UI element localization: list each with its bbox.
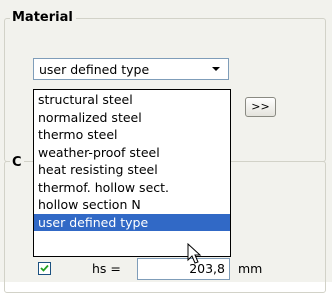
material-type-dropdown-list[interactable]: structural steel normalized steel thermo… — [33, 89, 231, 257]
dropdown-option-structural-steel[interactable]: structural steel — [34, 91, 230, 109]
hs-checkbox[interactable] — [38, 262, 51, 275]
dropdown-option-heat-resisting-steel[interactable]: heat resisting steel — [34, 161, 230, 179]
material-type-combobox[interactable]: user defined type — [33, 58, 229, 80]
second-group-title: C — [10, 155, 24, 170]
material-panel: Material C user defined type >> structur… — [0, 0, 332, 293]
dropdown-option-normalized-steel[interactable]: normalized steel — [34, 109, 230, 127]
mouse-pointer-icon — [187, 242, 203, 267]
dropdown-option-user-defined-type[interactable]: user defined type — [34, 213, 230, 231]
dropdown-option-thermof-hollow-sect[interactable]: thermof. hollow sect. — [34, 179, 230, 197]
material-group-title: Material — [10, 11, 76, 25]
hs-unit-label: mm — [238, 261, 263, 276]
chevron-down-icon[interactable] — [208, 61, 224, 77]
checkmark-icon — [40, 264, 49, 272]
dropdown-option-weather-proof-steel[interactable]: weather-proof steel — [34, 144, 230, 162]
more-button[interactable]: >> — [245, 97, 276, 117]
dropdown-option-hollow-section-n[interactable]: hollow section N — [34, 196, 230, 214]
combo-selected-value: user defined type — [39, 62, 150, 77]
hs-value-field[interactable]: 203,8 — [137, 258, 230, 280]
hs-label: hs = — [92, 261, 121, 276]
dropdown-option-thermo-steel[interactable]: thermo steel — [34, 126, 230, 144]
